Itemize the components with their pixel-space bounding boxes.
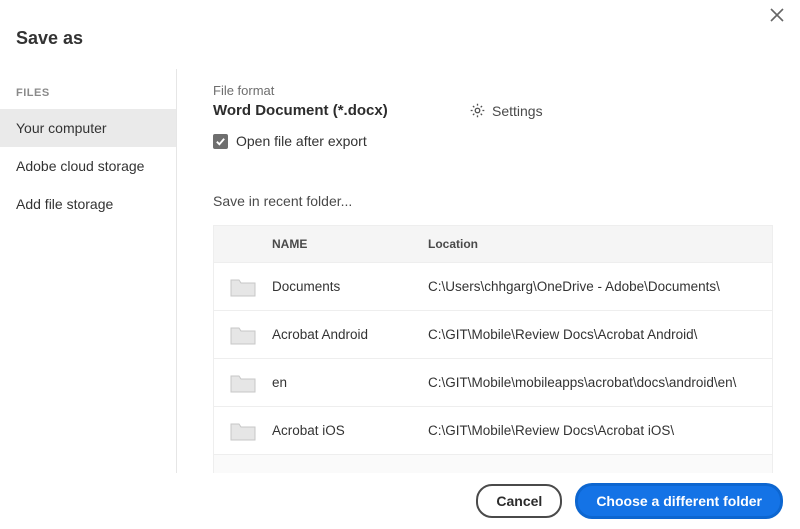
checkmark-icon xyxy=(215,136,226,147)
save-as-dialog: Save as FILES Your computer Adobe cloud … xyxy=(0,0,800,529)
open-after-export-label: Open file after export xyxy=(236,133,367,149)
row-location: C:\GIT\Mobile\mobileapps\acrobat\docs\an… xyxy=(428,375,772,390)
row-name: Acrobat iOS xyxy=(272,423,428,438)
row-name: en xyxy=(272,375,428,390)
table-footer-row xyxy=(214,454,772,473)
sidebar-heading: FILES xyxy=(0,83,176,109)
recent-folders-table: NAME Location Documents C:\Users\chhgarg… xyxy=(213,225,773,473)
gear-icon xyxy=(469,102,486,119)
folder-icon xyxy=(214,324,272,346)
column-header-name: NAME xyxy=(272,237,428,251)
dialog-title: Save as xyxy=(16,28,83,49)
recent-folder-label: Save in recent folder... xyxy=(213,193,790,209)
sidebar-item-adobe-cloud-storage[interactable]: Adobe cloud storage xyxy=(0,147,176,185)
file-format-value: Word Document (*.docx) xyxy=(213,102,469,119)
file-format-label: File format xyxy=(213,83,790,98)
folder-icon xyxy=(214,420,272,442)
close-button[interactable] xyxy=(770,8,790,28)
main-panel: File format Word Document (*.docx) Setti… xyxy=(177,69,800,473)
settings-label: Settings xyxy=(492,103,543,119)
choose-folder-button[interactable]: Choose a different folder xyxy=(576,484,782,518)
row-location: C:\Users\chhgarg\OneDrive - Adobe\Docume… xyxy=(428,279,772,294)
dialog-footer: Cancel Choose a different folder xyxy=(0,473,800,529)
close-icon xyxy=(770,8,784,22)
table-header: NAME Location xyxy=(214,226,772,262)
row-location: C:\GIT\Mobile\Review Docs\Acrobat Androi… xyxy=(428,327,772,342)
folder-icon xyxy=(214,276,272,298)
table-row[interactable]: en C:\GIT\Mobile\mobileapps\acrobat\docs… xyxy=(214,358,772,406)
row-name: Acrobat Android xyxy=(272,327,428,342)
sidebar-item-add-file-storage[interactable]: Add file storage xyxy=(0,185,176,223)
cancel-button[interactable]: Cancel xyxy=(476,484,562,518)
row-name: Documents xyxy=(272,279,428,294)
folder-icon xyxy=(214,372,272,394)
open-after-export-checkbox[interactable] xyxy=(213,134,228,149)
settings-link[interactable]: Settings xyxy=(469,102,543,119)
table-row[interactable]: Documents C:\Users\chhgarg\OneDrive - Ad… xyxy=(214,262,772,310)
sidebar-item-your-computer[interactable]: Your computer xyxy=(0,109,176,147)
table-row[interactable]: Acrobat iOS C:\GIT\Mobile\Review Docs\Ac… xyxy=(214,406,772,454)
sidebar: FILES Your computer Adobe cloud storage … xyxy=(0,69,177,473)
table-row[interactable]: Acrobat Android C:\GIT\Mobile\Review Doc… xyxy=(214,310,772,358)
column-header-location: Location xyxy=(428,237,772,251)
row-location: C:\GIT\Mobile\Review Docs\Acrobat iOS\ xyxy=(428,423,772,438)
